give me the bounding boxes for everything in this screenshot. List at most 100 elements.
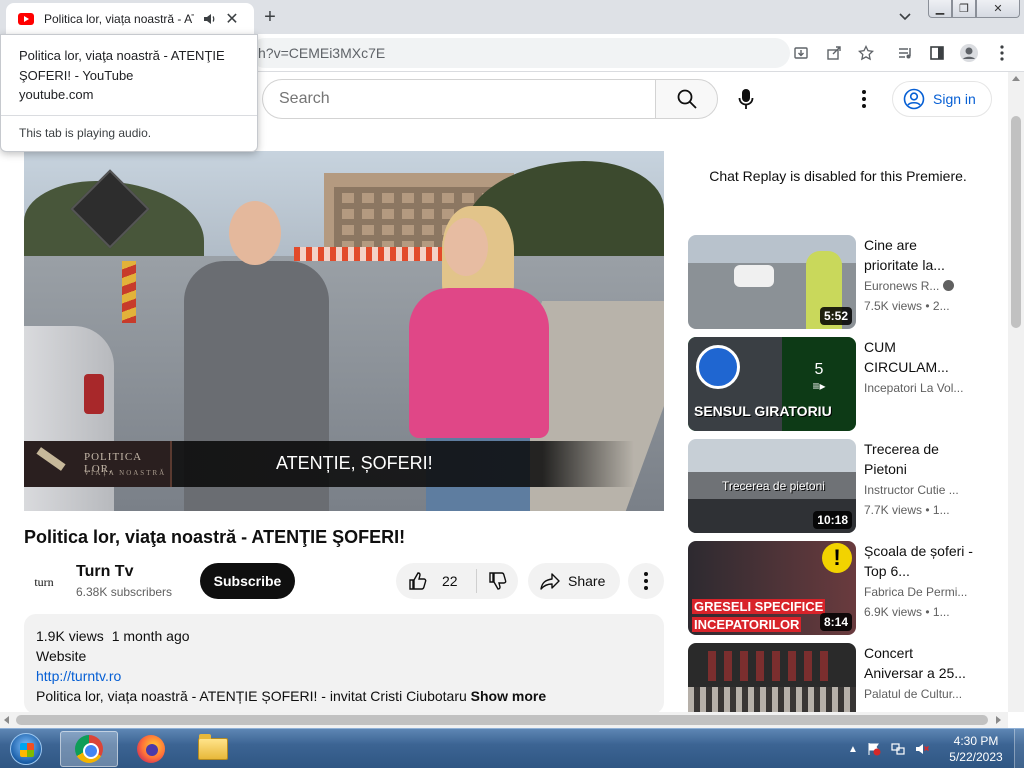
action-center-flag-icon[interactable]: [866, 741, 882, 757]
search-input[interactable]: Search: [262, 79, 656, 119]
description-label: Website: [36, 648, 87, 664]
recommendation-title[interactable]: Școala de șoferi - Top 6...: [864, 541, 974, 581]
scroll-right-arrow-icon[interactable]: [996, 716, 1001, 724]
profile-avatar-icon[interactable]: [958, 42, 980, 64]
dislike-button[interactable]: [477, 563, 518, 599]
horizontal-scroll-thumb[interactable]: [16, 715, 988, 725]
recommendation-title[interactable]: Cine are prioritate la...: [864, 235, 974, 275]
recommendation-thumbnail[interactable]: [688, 643, 856, 712]
recommendation-title[interactable]: Concert Aniversar a 25...: [864, 643, 974, 683]
browser-tab[interactable]: Politica lor, viața noastră - ATENȚIE ȘO…: [6, 3, 254, 34]
video-player[interactable]: POLITICA LOR, VIAȚA NOASTRĂ ATENȚIE, ȘOF…: [24, 151, 664, 511]
start-button[interactable]: [4, 730, 48, 768]
channel-name[interactable]: Turn Tv: [76, 563, 133, 581]
taskbar-firefox[interactable]: [122, 731, 180, 767]
network-icon[interactable]: [890, 741, 906, 757]
more-actions-button[interactable]: [628, 563, 664, 599]
address-text: h?v=CEMEi3MXc7E: [258, 45, 386, 61]
show-logo: POLITICA LOR, VIAȚA NOASTRĂ: [24, 441, 172, 487]
speaker-icon[interactable]: [202, 11, 218, 27]
warning-icon: !: [822, 543, 852, 573]
show-logo-subtitle: VIAȚA NOASTRĂ: [84, 469, 167, 477]
show-hidden-icons-icon[interactable]: ▲: [848, 744, 858, 755]
tab-title: Politica lor, viața noastră - ATENȚIE ȘO…: [44, 11, 194, 26]
pen-icon: [36, 447, 66, 471]
recommendation-thumbnail[interactable]: ! GRESELI SPECIFICE INCEPATORILOR 8:14: [688, 541, 856, 635]
thumbnail-text: GRESELI SPECIFICE: [692, 599, 826, 614]
show-more-button[interactable]: Show more: [471, 688, 546, 704]
clock-date: 5/22/2023: [949, 750, 1003, 764]
windows-logo-icon: [10, 733, 42, 765]
window-minimize-button[interactable]: ▁: [928, 0, 952, 18]
hover-card-title: Politica lor, viaţa noastră - ATENŢIE ŞO…: [19, 48, 225, 83]
youtube-favicon-icon: [18, 12, 34, 25]
taskbar-file-explorer[interactable]: [184, 731, 242, 767]
media-controls-icon[interactable]: [894, 42, 916, 64]
scroll-up-arrow-icon[interactable]: [1012, 76, 1020, 81]
horizontal-scrollbar[interactable]: [0, 712, 1008, 728]
microphone-icon: [738, 89, 754, 109]
system-tray: ▲: [840, 729, 940, 768]
thumbnail-text: Trecerea de pietoni: [722, 479, 825, 493]
recommendation-channel: Instructor Cutie ...: [864, 483, 959, 497]
recommendation-thumbnail[interactable]: 5 ≡▸ SENSUL GIRATORIU: [688, 337, 856, 431]
address-bar[interactable]: h?v=CEMEi3MXc7E: [250, 38, 790, 68]
recommendation-thumbnail[interactable]: 5:52: [688, 235, 856, 329]
system-clock[interactable]: 4:30 PM 5/22/2023: [940, 733, 1012, 765]
recommendation-item[interactable]: 5:52 Cine are prioritate la... Euronews …: [688, 235, 998, 329]
like-button[interactable]: 22: [396, 563, 476, 599]
thumbs-down-icon: [488, 572, 506, 590]
upload-age: 1 month ago: [111, 628, 190, 644]
channel-avatar[interactable]: turn: [24, 562, 64, 602]
description-box[interactable]: 1.9K views 1 month ago Website http://tur…: [24, 614, 664, 714]
side-panel-icon[interactable]: [926, 42, 948, 64]
share-label: Share: [568, 573, 606, 589]
clock-time: 4:30 PM: [953, 734, 999, 748]
hover-card-audio-note: This tab is playing audio.: [19, 126, 152, 140]
thumbnail-text: INCEPATORILOR: [692, 617, 802, 632]
video-duration: 10:18: [813, 511, 852, 529]
close-tab-icon[interactable]: ✕: [224, 11, 240, 28]
like-count: 22: [442, 573, 458, 589]
sign-in-button[interactable]: Sign in: [892, 81, 992, 117]
settings-menu-button[interactable]: [852, 85, 876, 113]
window-close-button[interactable]: ✕: [976, 0, 1020, 18]
recommendation-title[interactable]: Trecerea de Pietoni: [864, 439, 974, 479]
hover-card-domain: youtube.com: [19, 87, 94, 102]
thumbs-up-icon: [409, 572, 427, 590]
subscriber-count: 6.38K subscribers: [76, 585, 173, 599]
view-count: 1.9K views: [36, 628, 104, 644]
recommendation-thumbnail[interactable]: Trecerea de pietoni 10:18: [688, 439, 856, 533]
share-button[interactable]: Share: [528, 563, 620, 599]
window-restore-button[interactable]: ❐: [952, 0, 976, 18]
channel-avatar-text: turn: [34, 574, 54, 589]
show-desktop-button[interactable]: [1014, 729, 1024, 768]
subscribe-button[interactable]: Subscribe: [200, 563, 295, 599]
recommendation-item[interactable]: ! GRESELI SPECIFICE INCEPATORILOR 8:14 Ș…: [688, 541, 998, 635]
description-link[interactable]: http://turntv.ro: [36, 666, 652, 686]
verified-badge-icon: [943, 280, 955, 291]
vertical-scroll-thumb[interactable]: [1011, 116, 1021, 328]
scroll-left-arrow-icon[interactable]: [4, 716, 9, 724]
bookmark-star-icon[interactable]: [855, 42, 877, 64]
search-button[interactable]: [655, 79, 718, 119]
vertical-scrollbar[interactable]: [1008, 72, 1024, 712]
more-horizontal-icon: [644, 572, 648, 590]
recommendation-title[interactable]: CUM CIRCULAM...: [864, 337, 974, 377]
recommendation-item[interactable]: 5 ≡▸ SENSUL GIRATORIU CUM CIRCULAM... Inc…: [688, 337, 998, 431]
description-meta: 1.9K views 1 month ago: [36, 626, 652, 646]
folder-icon: [198, 734, 228, 760]
taskbar-chrome[interactable]: [60, 731, 118, 767]
new-tab-button[interactable]: +: [258, 5, 282, 29]
search-placeholder: Search: [279, 90, 330, 107]
recommendation-item[interactable]: Concert Aniversar a 25... Palatul de Cul…: [688, 643, 998, 712]
share-page-icon[interactable]: [823, 42, 845, 64]
recommendation-item[interactable]: Trecerea de pietoni 10:18 Trecerea de Pi…: [688, 439, 998, 533]
sign-in-label: Sign in: [933, 91, 976, 107]
volume-muted-icon[interactable]: [914, 741, 930, 757]
voice-search-button[interactable]: [728, 81, 764, 117]
tab-search-chevron-icon[interactable]: [895, 8, 915, 26]
chrome-menu-icon[interactable]: [991, 42, 1013, 64]
install-app-icon[interactable]: [790, 42, 812, 64]
like-dislike-group: 22: [396, 563, 518, 599]
